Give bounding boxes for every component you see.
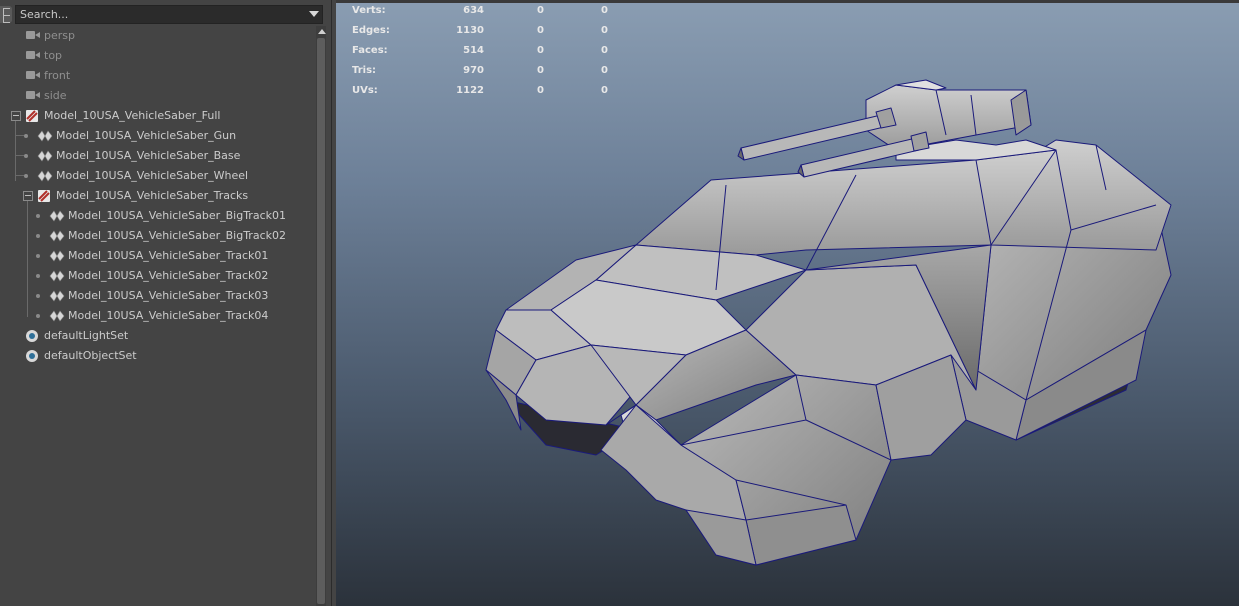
tree-node-dot: [36, 314, 40, 318]
tree-node-dot: [36, 234, 40, 238]
scrollbar-thumb[interactable]: [317, 38, 325, 604]
tree-node-dot: [24, 134, 28, 138]
tree-node-dot: [36, 294, 40, 298]
viewport-top-border: [336, 0, 1239, 3]
hud-stat-label: UVs:: [352, 85, 378, 96]
outliner-tree: persp top front side Model_10USA_Vehicle…: [0, 26, 316, 606]
hud-stat-value: 0: [537, 5, 544, 16]
hud-stat-row: Faces: 514 0 0: [352, 45, 622, 59]
filter-icon[interactable]: [0, 6, 12, 23]
tree-node-dot: [36, 254, 40, 258]
outliner-item-label: Model_10USA_VehicleSaber_Full: [44, 109, 221, 122]
outliner-item-track01[interactable]: Model_10USA_VehicleSaber_Track01: [0, 246, 316, 266]
mesh-icon: [49, 250, 65, 262]
hud-stat-value: 0: [537, 45, 544, 56]
mesh-icon: [49, 310, 65, 322]
outliner-item-label: top: [44, 49, 63, 62]
hud-stat-label: Faces:: [352, 45, 388, 56]
tree-node-dot: [24, 174, 28, 178]
mesh-icon: [49, 270, 65, 282]
outliner-item-track04[interactable]: Model_10USA_VehicleSaber_Track04: [0, 306, 316, 326]
hud-stat-value: 0: [601, 85, 608, 96]
outliner-item-label: defaultLightSet: [44, 329, 129, 342]
hud-stat-value: 0: [537, 85, 544, 96]
hud-stat-label: Tris:: [352, 65, 377, 76]
outliner-item-label: Model_10USA_VehicleSaber_Track04: [68, 309, 269, 322]
collapse-toggle-icon[interactable]: [11, 111, 21, 121]
camera-icon: [26, 51, 40, 59]
outliner-item-front[interactable]: front: [0, 66, 316, 86]
outliner-item-gun[interactable]: Model_10USA_VehicleSaber_Gun: [0, 126, 316, 146]
outliner-item-side[interactable]: side: [0, 86, 316, 106]
outliner-item-label: Model_10USA_VehicleSaber_Track01: [68, 249, 269, 262]
hud-stat-value: 0: [537, 25, 544, 36]
hud-stat-value: 1130: [456, 25, 484, 36]
mesh-icon: [37, 150, 53, 162]
outliner-item-tracks[interactable]: Model_10USA_VehicleSaber_Tracks: [0, 186, 316, 206]
hud-stat-row: UVs: 1122 0 0: [352, 85, 622, 99]
hud-stat-value: 1122: [456, 85, 484, 96]
outliner-item-label: persp: [44, 29, 75, 42]
hud-stat-value: 0: [601, 25, 608, 36]
camera-icon: [26, 91, 40, 99]
outliner-item-vehiclesaber-full[interactable]: Model_10USA_VehicleSaber_Full: [0, 106, 316, 126]
object-set-icon: [26, 330, 38, 342]
hud-stat-row: Tris: 970 0 0: [352, 65, 622, 79]
outliner-item-defaultlightset[interactable]: defaultLightSet: [0, 326, 316, 346]
camera-icon: [26, 71, 40, 79]
mesh-icon: [49, 210, 65, 222]
group-transform-icon: [26, 110, 38, 122]
hud-stat-value: 0: [537, 65, 544, 76]
hud-stat-row: Verts: 634 0 0: [352, 5, 622, 19]
mesh-icon: [49, 230, 65, 242]
mesh-icon: [37, 130, 53, 142]
hud-stat-value: 0: [601, 5, 608, 16]
outliner-item-label: Model_10USA_VehicleSaber_Tracks: [56, 189, 249, 202]
camera-icon: [26, 31, 40, 39]
outliner-item-base[interactable]: Model_10USA_VehicleSaber_Base: [0, 146, 316, 166]
hud-stat-value: 634: [463, 5, 484, 16]
hud-stat-value: 0: [601, 65, 608, 76]
search-bar: [0, 5, 331, 25]
scroll-up-arrow-icon[interactable]: [318, 29, 326, 34]
outliner-item-label: defaultObjectSet: [44, 349, 137, 362]
outliner-item-label: Model_10USA_VehicleSaber_Track02: [68, 269, 269, 282]
outliner-item-label: Model_10USA_VehicleSaber_Gun: [56, 129, 237, 142]
outliner-item-label: front: [44, 69, 71, 82]
outliner-scrollbar[interactable]: [316, 26, 326, 606]
outliner-item-wheel[interactable]: Model_10USA_VehicleSaber_Wheel: [0, 166, 316, 186]
tree-node-dot: [24, 154, 28, 158]
hud-stat-label: Edges:: [352, 25, 390, 36]
outliner-item-defaultobjectset[interactable]: defaultObjectSet: [0, 346, 316, 366]
3d-viewport[interactable]: Verts: 634 0 0 Edges: 1130 0 0 Faces: 514 0 0 Tris: 9…: [336, 0, 1239, 606]
outliner-item-persp[interactable]: persp: [0, 26, 316, 46]
mesh-icon: [37, 170, 53, 182]
search-dropdown-icon[interactable]: [309, 11, 319, 17]
outliner-item-label: Model_10USA_VehicleSaber_BigTrack01: [68, 209, 286, 222]
tree-node-dot: [36, 274, 40, 278]
outliner-item-label: Model_10USA_VehicleSaber_Base: [56, 149, 241, 162]
outliner-item-label: Model_10USA_VehicleSaber_BigTrack02: [68, 229, 286, 242]
hud-stat-value: 0: [601, 45, 608, 56]
outliner-item-bigtrack02[interactable]: Model_10USA_VehicleSaber_BigTrack02: [0, 226, 316, 246]
search-input[interactable]: [15, 5, 323, 24]
outliner-item-label: Model_10USA_VehicleSaber_Wheel: [56, 169, 249, 182]
outliner-item-label: side: [44, 89, 67, 102]
hud-stat-value: 514: [463, 45, 484, 56]
outliner-item-bigtrack01[interactable]: Model_10USA_VehicleSaber_BigTrack01: [0, 206, 316, 226]
collapse-toggle-icon[interactable]: [23, 191, 33, 201]
mesh-icon: [49, 290, 65, 302]
hud-stat-value: 970: [463, 65, 484, 76]
tree-node-dot: [36, 214, 40, 218]
outliner-item-label: Model_10USA_VehicleSaber_Track03: [68, 289, 269, 302]
outliner-item-top[interactable]: top: [0, 46, 316, 66]
group-transform-icon: [38, 190, 50, 202]
hud-stat-row: Edges: 1130 0 0: [352, 25, 622, 39]
outliner-panel: persp top front side Model_10USA_Vehicle…: [0, 0, 332, 606]
outliner-item-track03[interactable]: Model_10USA_VehicleSaber_Track03: [0, 286, 316, 306]
object-set-icon: [26, 350, 38, 362]
outliner-item-track02[interactable]: Model_10USA_VehicleSaber_Track02: [0, 266, 316, 286]
hud-stat-label: Verts:: [352, 5, 386, 16]
